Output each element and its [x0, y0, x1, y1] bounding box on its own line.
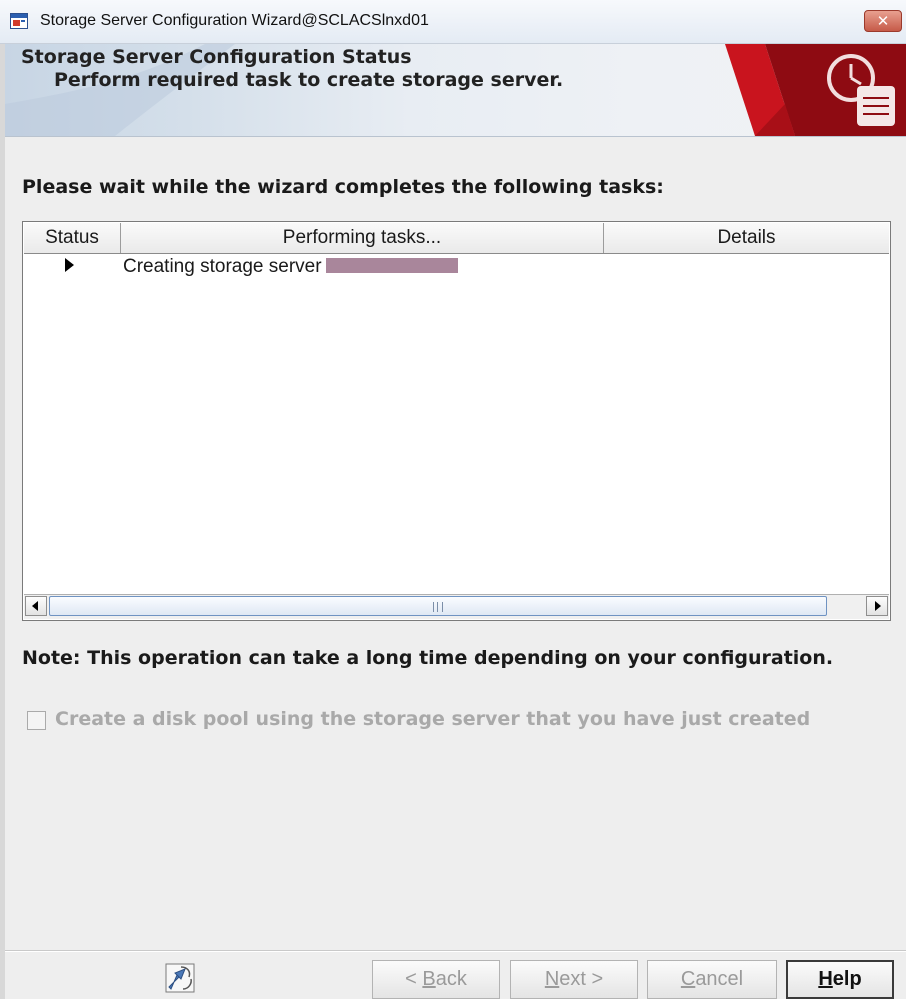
scroll-left-button[interactable]	[25, 596, 47, 616]
redacted-server-name	[325, 257, 458, 273]
table-header: Status Performing tasks... Details	[24, 223, 889, 254]
footer-divider-highlight	[5, 951, 906, 952]
close-button[interactable]: ✕	[864, 10, 902, 32]
column-header-status[interactable]: Status	[24, 223, 121, 253]
wizard-header-banner: Storage Server Configuration Status Perf…	[5, 44, 906, 137]
clock-scroll-icon	[725, 44, 906, 136]
wizard-help-icon[interactable]	[165, 963, 195, 993]
table-row[interactable]: Creating storage server	[24, 254, 889, 282]
task-text: Creating storage server	[123, 256, 322, 277]
scrollbar-thumb[interactable]	[49, 596, 827, 616]
column-header-details[interactable]: Details	[604, 223, 889, 253]
close-icon: ✕	[876, 12, 890, 30]
window-titlebar[interactable]: Storage Server Configuration Wizard@SCLA…	[0, 0, 906, 44]
banner-subtitle: Perform required task to create storage …	[54, 69, 564, 91]
disk-pool-checkbox-label: Create a disk pool using the storage ser…	[55, 708, 811, 730]
next-button[interactable]: Next >	[510, 960, 638, 999]
note-text: Note: This operation can take a long tim…	[22, 647, 834, 669]
window-title: Storage Server Configuration Wizard@SCLA…	[40, 12, 429, 29]
back-button[interactable]: < Back	[372, 960, 500, 999]
task-cell: Creating storage server	[123, 256, 458, 278]
instruction-text: Please wait while the wizard completes t…	[22, 176, 664, 198]
disk-pool-checkbox[interactable]	[27, 711, 46, 730]
play-arrow-icon	[65, 258, 74, 272]
cancel-button[interactable]: Cancel	[647, 960, 777, 999]
horizontal-scrollbar[interactable]	[24, 594, 889, 619]
scrollbar-grip-icon	[433, 602, 443, 612]
app-window-icon	[10, 13, 28, 29]
column-header-tasks[interactable]: Performing tasks...	[121, 223, 604, 253]
task-table[interactable]: Status Performing tasks... Details Creat…	[22, 221, 891, 621]
banner-title: Storage Server Configuration Status	[21, 46, 412, 68]
help-button[interactable]: Help	[786, 960, 894, 999]
scroll-right-button[interactable]	[866, 596, 888, 616]
window-left-border	[0, 44, 5, 999]
